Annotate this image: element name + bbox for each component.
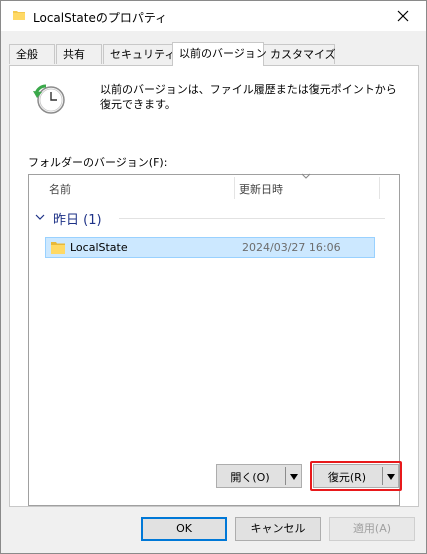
versions-list[interactable]: 名前 更新日時 昨日 (1) LocalState 2024/03/27 16:… bbox=[28, 173, 400, 506]
folder-icon bbox=[13, 11, 25, 20]
tab-customize[interactable]: カスタマイズ bbox=[263, 44, 336, 64]
clock-restore-icon bbox=[33, 84, 65, 114]
properties-window: LocalStateのプロパティ 全般 共有 セキュリティ 以前のバージョン カ… bbox=[0, 0, 427, 554]
item-name: LocalState bbox=[70, 241, 128, 254]
close-icon bbox=[397, 10, 409, 22]
group-header-yesterday[interactable]: 昨日 (1) bbox=[35, 209, 387, 228]
tab-previous-versions[interactable]: 以前のバージョン bbox=[172, 42, 267, 66]
ok-button[interactable]: OK bbox=[141, 517, 227, 541]
sort-caret-icon bbox=[301, 173, 311, 179]
list-item[interactable]: LocalState 2024/03/27 16:06 bbox=[45, 237, 375, 258]
column-header: 名前 更新日時 bbox=[29, 173, 399, 201]
column-date-modified[interactable]: 更新日時 bbox=[239, 181, 283, 197]
open-button-label: 開く(O) bbox=[230, 471, 270, 484]
tab-sharing[interactable]: 共有 bbox=[56, 44, 102, 64]
split-divider bbox=[285, 467, 286, 485]
window-title: LocalStateのプロパティ bbox=[33, 11, 168, 25]
dropdown-arrow-icon[interactable] bbox=[290, 474, 298, 480]
open-split-button[interactable]: 開く(O) bbox=[216, 464, 302, 488]
tab-general[interactable]: 全般 bbox=[9, 44, 55, 64]
chevron-down-icon bbox=[35, 214, 45, 220]
apply-button[interactable]: 適用(A) bbox=[329, 517, 415, 541]
column-divider[interactable] bbox=[234, 177, 235, 199]
restore-highlight-box bbox=[310, 461, 402, 491]
group-divider bbox=[119, 218, 385, 219]
folder-icon bbox=[51, 242, 65, 254]
column-name[interactable]: 名前 bbox=[49, 181, 71, 197]
item-date: 2024/03/27 16:06 bbox=[242, 241, 341, 254]
tab-security[interactable]: セキュリティ bbox=[103, 44, 175, 64]
close-button[interactable] bbox=[380, 1, 426, 31]
folder-versions-label: フォルダーのバージョン(F): bbox=[28, 156, 168, 169]
previous-versions-panel: 以前のバージョンは、ファイル履歴または復元ポイントから復元できます。 フォルダー… bbox=[9, 65, 419, 507]
tab-strip: 全般 共有 セキュリティ 以前のバージョン カスタマイズ bbox=[9, 42, 421, 66]
group-label: 昨日 (1) bbox=[53, 213, 102, 228]
column-divider[interactable] bbox=[379, 177, 380, 199]
description-text: 以前のバージョンは、ファイル履歴または復元ポイントから復元できます。 bbox=[100, 83, 397, 111]
title-bar: LocalStateのプロパティ bbox=[1, 1, 426, 31]
cancel-button[interactable]: キャンセル bbox=[235, 517, 321, 541]
